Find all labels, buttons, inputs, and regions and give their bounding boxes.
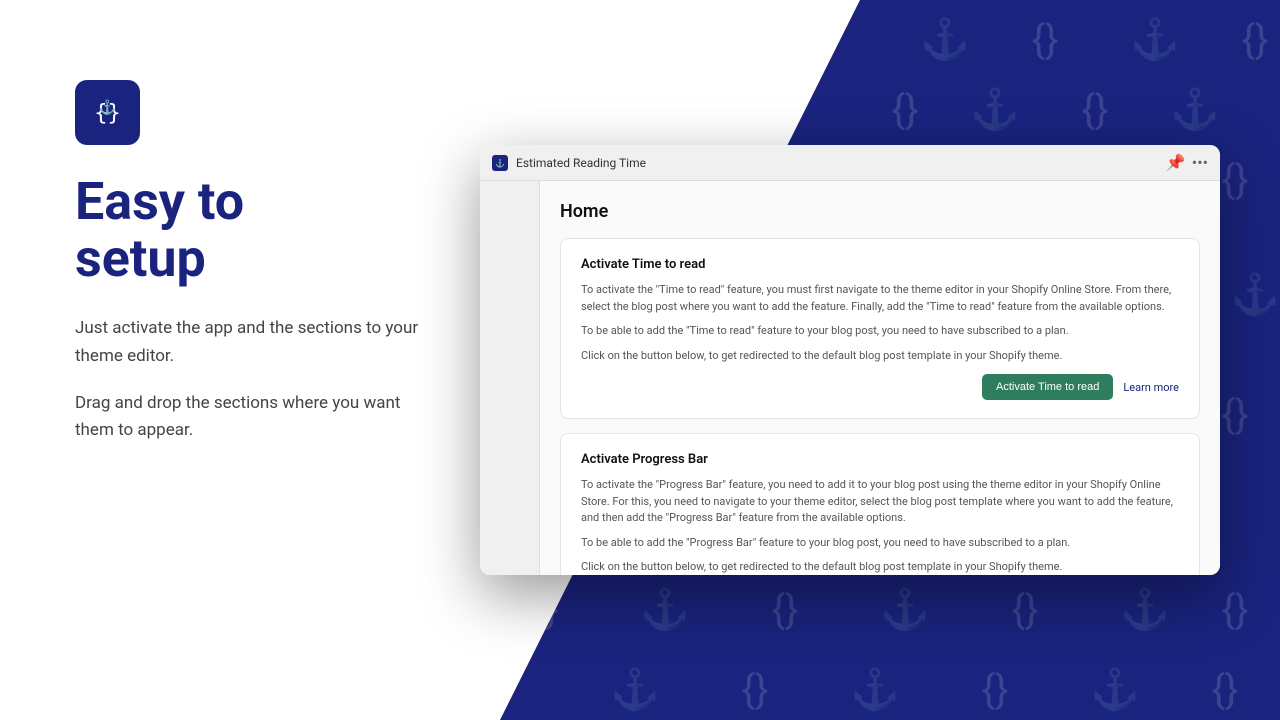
card1-learn-more-link[interactable]: Learn more	[1123, 381, 1179, 394]
card2-text1: To activate the "Progress Bar" feature, …	[581, 477, 1179, 527]
card1-title: Activate Time to read	[581, 257, 1179, 272]
window-menu-icon[interactable]: •••	[1192, 153, 1208, 172]
card2-title: Activate Progress Bar	[581, 452, 1179, 467]
svg-text:⚓: ⚓	[495, 158, 505, 168]
headline-line1: Easy to	[75, 171, 244, 232]
card1-actions: Activate Time to read Learn more	[581, 374, 1179, 400]
body-text-2: Drag and drop the sections where you wan…	[75, 390, 440, 444]
left-panel: {} ⚓ Easy to setup Just activate the app…	[0, 0, 480, 720]
card1-text3: Click on the button below, to get redire…	[581, 348, 1179, 365]
body-text-1: Just activate the app and the sections t…	[75, 315, 440, 369]
app-window: ⚓ Estimated Reading Time 📌 ••• Home Acti…	[480, 145, 1220, 575]
window-tab-title: Estimated Reading Time	[516, 156, 1158, 170]
page-title: Home	[560, 201, 1200, 222]
card2-text3: Click on the button below, to get redire…	[581, 559, 1179, 575]
app-logo: {} ⚓	[75, 80, 140, 145]
window-controls[interactable]: 📌 •••	[1166, 153, 1208, 172]
card1-text1: To activate the "Time to read" feature, …	[581, 282, 1179, 315]
svg-text:⚓: ⚓	[99, 99, 116, 116]
card-activate-time-to-read: Activate Time to read To activate the "T…	[560, 238, 1200, 419]
card1-text2: To be able to add the "Time to read" fea…	[581, 323, 1179, 340]
window-titlebar: ⚓ Estimated Reading Time 📌 •••	[480, 145, 1220, 181]
window-content: Home Activate Time to read To activate t…	[480, 181, 1220, 575]
window-favicon: ⚓	[492, 155, 508, 171]
activate-time-to-read-button[interactable]: Activate Time to read	[982, 374, 1113, 400]
headline-line2: setup	[75, 228, 206, 289]
logo-svg: {} ⚓	[85, 90, 130, 135]
main-headline: Easy to setup	[75, 173, 440, 287]
card2-text2: To be able to add the "Progress Bar" fea…	[581, 535, 1179, 552]
card-activate-progress-bar: Activate Progress Bar To activate the "P…	[560, 433, 1200, 575]
favicon-svg: ⚓	[495, 158, 505, 168]
window-main: Home Activate Time to read To activate t…	[540, 181, 1220, 575]
window-sidebar	[480, 181, 540, 575]
window-pin-icon[interactable]: 📌	[1166, 153, 1186, 172]
